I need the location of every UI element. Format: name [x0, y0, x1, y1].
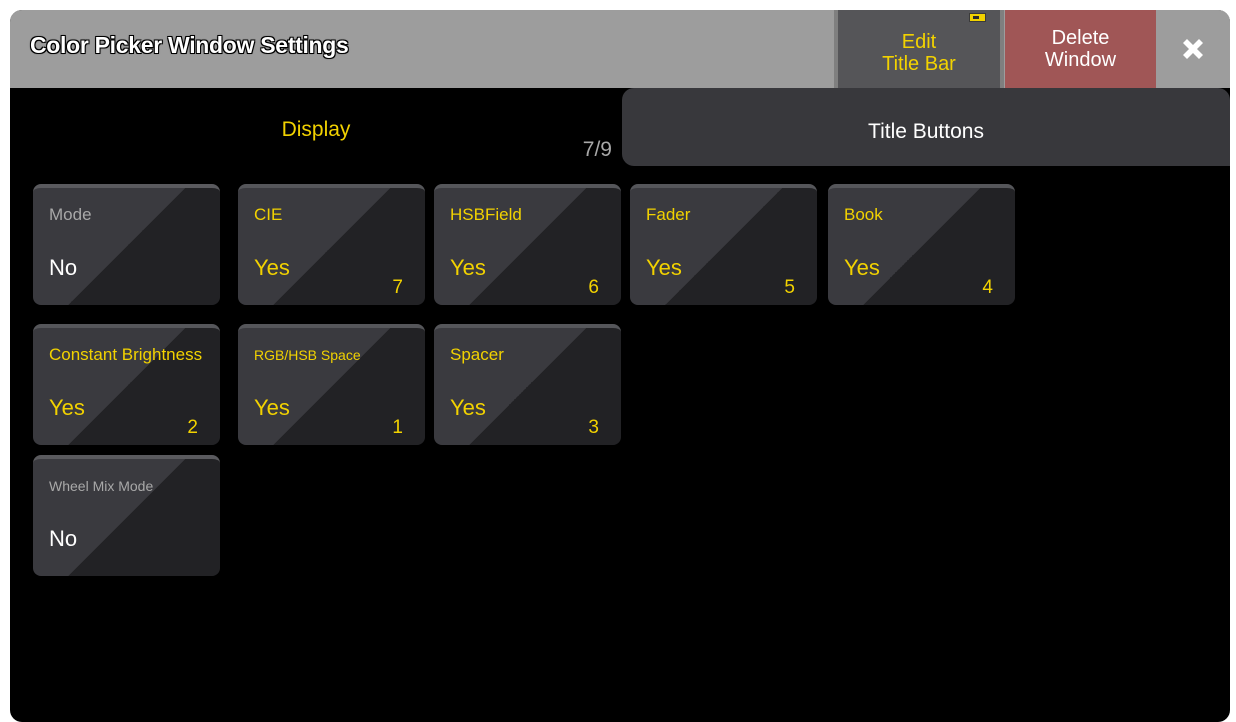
tile-value: Yes	[254, 395, 290, 420]
close-icon	[1183, 39, 1203, 59]
tile-label: Fader	[646, 205, 691, 224]
tile-value: No	[49, 255, 78, 280]
tab-title-buttons[interactable]: Title Buttons	[622, 88, 1230, 166]
delete-window-button[interactable]: Delete Window	[1005, 10, 1156, 88]
tile-hsbfield[interactable]: HSBField Yes 6	[434, 184, 621, 305]
tile-fader[interactable]: Fader Yes 5	[630, 184, 817, 305]
tile-label: Wheel Mix Mode	[49, 478, 154, 494]
tile-value: Yes	[450, 395, 486, 420]
page-counter: 7/9	[582, 138, 612, 161]
tile-value: No	[49, 526, 78, 551]
tile-book[interactable]: Book Yes 4	[828, 184, 1015, 305]
tile-order-number: 1	[392, 417, 403, 438]
tile-order-number: 5	[784, 277, 795, 298]
tile-order-number: 2	[187, 417, 198, 438]
tile-label: Mode	[49, 205, 92, 224]
tile-constant-brightness[interactable]: Constant Brightness Yes 2	[33, 324, 220, 445]
tile-value: Yes	[646, 255, 682, 280]
edit-title-bar-button[interactable]: Edit Title Bar	[834, 10, 1004, 96]
tile-cie[interactable]: CIE Yes 7	[238, 184, 425, 305]
toggle-icon	[969, 13, 986, 22]
edit-title-bar-label-line2: Title Bar	[882, 53, 956, 75]
tile-value: Yes	[844, 255, 880, 280]
delete-window-label-line2: Window	[1044, 49, 1117, 71]
tile-label: Constant Brightness	[49, 345, 203, 364]
title-bar: Color Picker Window Settings Edit Title …	[10, 10, 1230, 96]
tile-value: Yes	[49, 395, 85, 420]
tile-spacer[interactable]: Spacer Yes 3	[434, 324, 621, 445]
tile-label: Spacer	[450, 345, 504, 364]
tile-order-number: 4	[982, 277, 993, 298]
settings-window: Color Picker Window Settings Edit Title …	[10, 10, 1230, 722]
close-button[interactable]	[1156, 10, 1230, 88]
tile-label: Book	[844, 205, 883, 224]
tile-order-number: 7	[392, 277, 403, 298]
tile-label: CIE	[254, 205, 283, 224]
tile-mode[interactable]: Mode No	[33, 184, 220, 305]
tile-order-number: 6	[588, 277, 599, 298]
tile-wheel-mix-mode[interactable]: Wheel Mix Mode No	[33, 455, 220, 576]
tile-order-number: 3	[588, 417, 599, 438]
window-title: Color Picker Window Settings	[30, 32, 349, 58]
edit-title-bar-label-line1: Edit	[901, 31, 937, 53]
tile-rgb-hsb-space[interactable]: RGB/HSB Space Yes 1	[238, 324, 425, 445]
tile-label: RGB/HSB Space	[254, 347, 361, 363]
tile-value: Yes	[450, 255, 486, 280]
tab-title-buttons-label: Title Buttons	[868, 120, 984, 143]
tab-display-label: Display	[281, 118, 351, 141]
delete-window-label-line1: Delete	[1051, 27, 1110, 49]
tab-display[interactable]: Display 7/9	[10, 88, 622, 166]
tile-label: HSBField	[450, 205, 522, 224]
tile-value: Yes	[254, 255, 290, 280]
